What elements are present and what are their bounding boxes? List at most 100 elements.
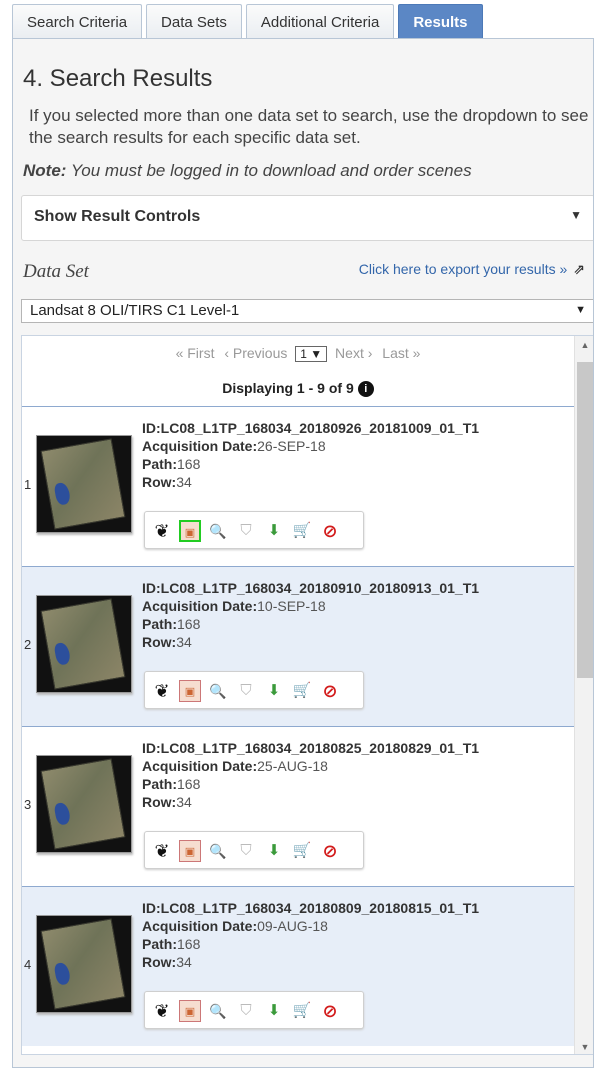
tab-data-sets[interactable]: Data Sets: [146, 4, 242, 40]
tab-results[interactable]: Results: [398, 4, 483, 40]
data-set-label: Data Set: [23, 261, 89, 282]
result-number: 1: [24, 477, 32, 492]
exclude-icon[interactable]: ⊘: [319, 520, 341, 542]
export-text: Click here to export your results »: [358, 261, 568, 277]
result-number: 4: [24, 957, 32, 972]
tab-search-criteria[interactable]: Search Criteria: [12, 4, 143, 40]
scroll-down-icon[interactable]: ▼: [575, 1042, 593, 1052]
scene-id: ID:LC08_L1TP_168034_20180910_20180913_01…: [142, 580, 480, 596]
footprint-icon[interactable]: ❦: [151, 680, 173, 702]
scene-id: ID:LC08_L1TP_168034_20180809_20180815_01…: [142, 900, 480, 916]
exclude-icon[interactable]: ⊘: [319, 840, 341, 862]
row-label: Row:: [142, 794, 177, 810]
result-metadata: ID:LC08_L1TP_168034_20180825_20180829_01…: [142, 739, 479, 811]
tab-additional-criteria[interactable]: Additional Criteria: [245, 4, 395, 40]
cart-icon[interactable]: 🛒: [291, 520, 313, 542]
path-label: Path:: [142, 616, 177, 632]
download-icon[interactable]: ⬇: [263, 1000, 285, 1022]
browse-overlay-icon[interactable]: ▣: [179, 840, 201, 862]
metadata-icon[interactable]: 🔍: [207, 680, 229, 702]
acq-date: 26-SEP-18: [257, 438, 326, 454]
page-select[interactable]: 1 ▼: [295, 346, 328, 362]
path-label: Path:: [142, 936, 177, 952]
result-number: 2: [24, 637, 32, 652]
note-label: Note:: [23, 161, 67, 180]
result-actions: ❦ ▣ 🔍 ⛉ ⬇ 🛒 ⊘: [144, 991, 364, 1029]
pager-last[interactable]: Last »: [382, 345, 420, 361]
export-results-link[interactable]: Click here to export your results » ⇗: [359, 261, 585, 278]
row-label: Row:: [142, 474, 177, 490]
download-icon[interactable]: ⬇: [263, 840, 285, 862]
compare-icon[interactable]: ⛉: [235, 680, 257, 702]
result-row: 1 ID:LC08_L1TP_168034_20180926_20181009_…: [22, 406, 574, 566]
compare-icon[interactable]: ⛉: [235, 840, 257, 862]
path-value: 168: [177, 456, 201, 472]
metadata-icon[interactable]: 🔍: [207, 520, 229, 542]
browse-overlay-icon[interactable]: ▣: [179, 1000, 201, 1022]
result-actions: ❦ ▣ 🔍 ⛉ ⬇ 🛒 ⊘: [144, 511, 364, 549]
compare-icon[interactable]: ⛉: [235, 1000, 257, 1022]
pagination: « First ‹ Previous 1 ▼ Next › Last » Dis…: [22, 336, 574, 406]
result-metadata: ID:LC08_L1TP_168034_20180926_20181009_01…: [142, 419, 479, 491]
browse-overlay-icon[interactable]: ▣: [179, 680, 201, 702]
results-scrollbar[interactable]: ▲ ▼: [574, 336, 593, 1054]
scene-thumbnail[interactable]: [36, 595, 132, 693]
scene-thumbnail[interactable]: [36, 435, 132, 533]
result-row: 2 ID:LC08_L1TP_168034_20180910_20180913_…: [22, 566, 574, 726]
scroll-up-icon[interactable]: ▲: [575, 340, 593, 350]
row-label: Row:: [142, 634, 177, 650]
exclude-icon[interactable]: ⊘: [319, 1000, 341, 1022]
acq-label: Acquisition Date:: [142, 918, 258, 934]
intro-text: If you selected more than one data set t…: [29, 106, 589, 147]
download-icon[interactable]: ⬇: [263, 680, 285, 702]
acq-date: 25-AUG-18: [257, 758, 328, 774]
result-number: 3: [24, 797, 32, 812]
path-label: Path:: [142, 456, 177, 472]
download-icon[interactable]: ⬇: [263, 520, 285, 542]
exclude-icon[interactable]: ⊘: [319, 680, 341, 702]
row-value: 34: [176, 474, 192, 490]
row-value: 34: [176, 634, 192, 650]
scene-thumbnail[interactable]: [36, 755, 132, 853]
scene-thumbnail[interactable]: [36, 915, 132, 1013]
data-set-select[interactable]: Landsat 8 OLI/TIRS C1 Level-1 ▼: [21, 299, 593, 323]
scroll-thumb[interactable]: [577, 362, 593, 678]
footprint-icon[interactable]: ❦: [151, 840, 173, 862]
info-icon[interactable]: i: [357, 381, 374, 397]
path-value: 168: [177, 936, 201, 952]
acq-date: 09-AUG-18: [257, 918, 328, 934]
caret-down-icon: ▼: [570, 208, 582, 222]
pager-first[interactable]: « First: [176, 345, 215, 361]
external-link-icon: ⇗: [573, 261, 585, 277]
data-set-selected: Landsat 8 OLI/TIRS C1 Level-1: [30, 302, 240, 319]
cart-icon[interactable]: 🛒: [291, 840, 313, 862]
row-value: 34: [176, 794, 192, 810]
note-text: You must be logged in to download and or…: [66, 161, 472, 180]
acq-date: 10-SEP-18: [257, 598, 326, 614]
acq-label: Acquisition Date:: [142, 598, 258, 614]
pager-previous[interactable]: ‹ Previous: [224, 345, 287, 361]
browse-overlay-icon[interactable]: ▣: [179, 520, 201, 542]
result-metadata: ID:LC08_L1TP_168034_20180809_20180815_01…: [142, 899, 479, 971]
scene-id: ID:LC08_L1TP_168034_20180825_20180829_01…: [142, 740, 480, 756]
metadata-icon[interactable]: 🔍: [207, 840, 229, 862]
cart-icon[interactable]: 🛒: [291, 680, 313, 702]
pager-next[interactable]: Next ›: [335, 345, 372, 361]
path-value: 168: [177, 616, 201, 632]
show-result-controls[interactable]: Show Result Controls ▼: [21, 195, 593, 241]
displaying-count: Displaying 1 - 9 of 9: [222, 380, 354, 396]
caret-down-icon: ▼: [575, 304, 586, 316]
cart-icon[interactable]: 🛒: [291, 1000, 313, 1022]
result-actions: ❦ ▣ 🔍 ⛉ ⬇ 🛒 ⊘: [144, 831, 364, 869]
login-note: Note: You must be logged in to download …: [23, 161, 472, 181]
compare-icon[interactable]: ⛉: [235, 520, 257, 542]
path-value: 168: [177, 776, 201, 792]
footprint-icon[interactable]: ❦: [151, 1000, 173, 1022]
footprint-icon[interactable]: ❦: [151, 520, 173, 542]
scene-id: ID:LC08_L1TP_168034_20180926_20181009_01…: [142, 420, 480, 436]
result-actions: ❦ ▣ 🔍 ⛉ ⬇ 🛒 ⊘: [144, 671, 364, 709]
controls-label: Show Result Controls: [34, 208, 201, 225]
path-label: Path:: [142, 776, 177, 792]
acq-label: Acquisition Date:: [142, 758, 258, 774]
metadata-icon[interactable]: 🔍: [207, 1000, 229, 1022]
